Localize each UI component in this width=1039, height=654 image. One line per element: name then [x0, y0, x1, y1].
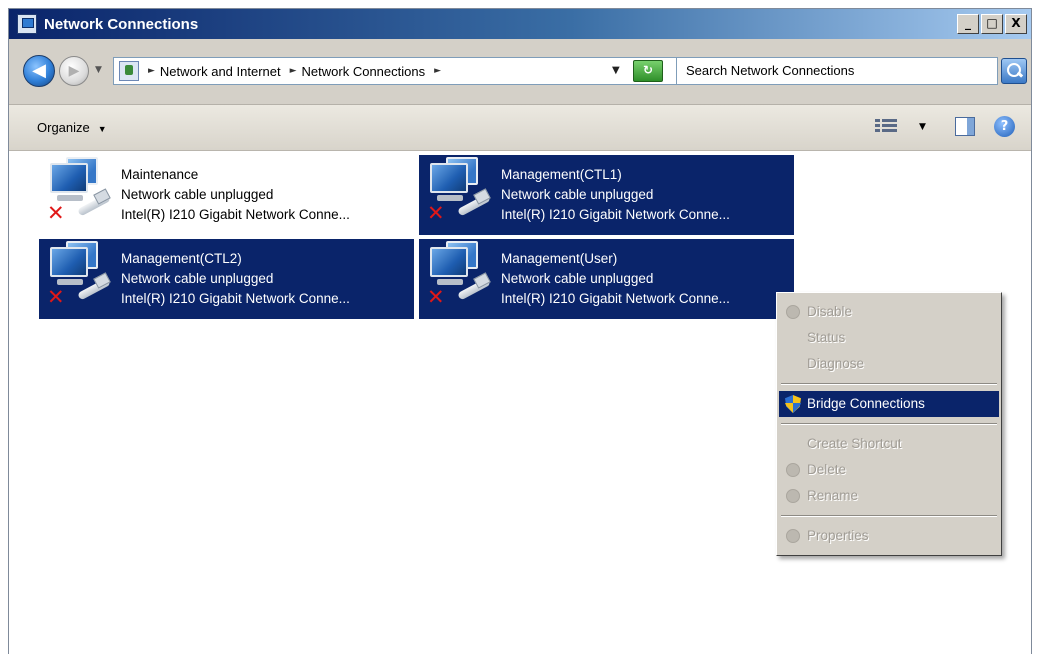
connection-device: Intel(R) I210 Gigabit Network Conne... — [121, 291, 350, 306]
connection-name: Management(User) — [501, 251, 618, 266]
breadcrumb-arrow-icon[interactable]: ► — [148, 66, 155, 76]
connection-name: Management(CTL2) — [121, 251, 242, 266]
disabled-shield-icon — [786, 529, 800, 543]
menu-separator — [781, 383, 997, 385]
menu-item-delete[interactable]: Delete — [777, 457, 1001, 483]
connection-maintenance[interactable]: ✕ Maintenance Network cable unplugged In… — [39, 155, 414, 235]
connection-status: Network cable unplugged — [121, 271, 274, 286]
unplugged-x-icon: ✕ — [47, 285, 65, 309]
control-panel-icon — [119, 61, 139, 81]
menu-item-label: Disable — [807, 304, 853, 319]
menu-item-create-shortcut[interactable]: Create Shortcut — [777, 431, 1001, 457]
refresh-button[interactable]: ↻ — [633, 60, 663, 82]
close-button[interactable]: X — [1005, 14, 1027, 34]
maximize-button[interactable]: □ — [981, 14, 1003, 34]
connection-name: Maintenance — [121, 167, 199, 182]
network-adapter-icon: ✕ — [419, 239, 499, 317]
connection-status: Network cable unplugged — [501, 271, 654, 286]
breadcrumb-network-connections[interactable]: Network Connections — [302, 64, 426, 79]
search-icon[interactable] — [1001, 58, 1027, 84]
menu-item-disable[interactable]: Disable — [777, 299, 1001, 325]
menu-item-status[interactable]: Status — [777, 325, 1001, 351]
forward-button[interactable]: ▶ — [59, 56, 89, 86]
disabled-shield-icon — [786, 305, 800, 319]
uac-shield-icon — [785, 395, 801, 413]
minimize-button[interactable]: _ — [957, 14, 979, 34]
menu-item-label: Properties — [807, 528, 869, 543]
connection-status: Network cable unplugged — [501, 187, 654, 202]
breadcrumb-arrow-icon[interactable]: ► — [434, 66, 441, 76]
menu-item-bridge-connections[interactable]: Bridge Connections — [779, 391, 999, 417]
connection-name: Management(CTL1) — [501, 167, 622, 182]
menu-item-rename[interactable]: Rename — [777, 483, 1001, 509]
search-input[interactable]: Search Network Connections — [676, 57, 998, 85]
address-bar[interactable]: ► Network and Internet ► Network Connect… — [113, 57, 679, 85]
connection-device: Intel(R) I210 Gigabit Network Conne... — [501, 291, 730, 306]
connection-management-ctl2[interactable]: ✕ Management(CTL2) Network cable unplugg… — [39, 239, 414, 319]
window-title: Network Connections — [44, 15, 199, 33]
menu-item-properties[interactable]: Properties — [777, 523, 1001, 549]
connection-status: Network cable unplugged — [121, 187, 274, 202]
network-adapter-icon: ✕ — [39, 239, 119, 317]
unplugged-x-icon: ✕ — [47, 201, 65, 225]
organize-label: Organize — [37, 120, 90, 135]
context-menu: Disable Status Diagnose Bridge Connectio… — [776, 292, 1002, 556]
breadcrumb-arrow-icon[interactable]: ► — [290, 66, 297, 76]
connection-device: Intel(R) I210 Gigabit Network Conne... — [501, 207, 730, 222]
navigation-bar: ◀ ▶ ▼ ► Network and Internet ► Network C… — [9, 39, 1031, 105]
views-icon[interactable] — [875, 117, 897, 137]
help-icon[interactable]: ? — [994, 116, 1015, 137]
preview-pane-icon[interactable] — [955, 117, 975, 136]
organize-menu-button[interactable]: Organize ▼ — [37, 120, 107, 135]
menu-item-label: Delete — [807, 462, 847, 477]
unplugged-x-icon: ✕ — [427, 201, 445, 225]
back-button[interactable]: ◀ — [23, 55, 55, 87]
window-controls: _ □ X — [957, 14, 1027, 34]
connection-device: Intel(R) I210 Gigabit Network Conne... — [121, 207, 350, 222]
network-connections-icon — [17, 14, 37, 34]
address-dropdown-icon[interactable]: ▼ — [612, 65, 620, 76]
menu-item-diagnose[interactable]: Diagnose — [777, 351, 1001, 377]
menu-separator — [781, 423, 997, 425]
menu-item-label: Bridge Connections — [807, 396, 925, 411]
menu-item-label: Diagnose — [807, 356, 865, 371]
recent-pages-chevron-icon[interactable]: ▼ — [95, 65, 102, 75]
dropdown-arrow-icon: ▼ — [97, 124, 107, 134]
network-adapter-icon: ✕ — [39, 155, 119, 233]
menu-separator — [781, 515, 997, 517]
disabled-shield-icon — [786, 463, 800, 477]
command-bar: Organize ▼ ▼ ? — [9, 105, 1031, 151]
network-adapter-icon: ✕ — [419, 155, 499, 233]
menu-item-label: Create Shortcut — [807, 436, 902, 451]
views-dropdown-icon[interactable]: ▼ — [919, 122, 926, 132]
menu-item-label: Status — [807, 330, 846, 345]
disabled-shield-icon — [786, 489, 800, 503]
connection-management-user[interactable]: ✕ Management(User) Network cable unplugg… — [419, 239, 794, 319]
breadcrumb-network-and-internet[interactable]: Network and Internet — [160, 64, 281, 79]
menu-item-label: Rename — [807, 488, 859, 503]
unplugged-x-icon: ✕ — [427, 285, 445, 309]
network-connections-window: Network Connections _ □ X ◀ ▶ ▼ ► Networ… — [8, 8, 1032, 654]
connection-management-ctl1[interactable]: ✕ Management(CTL1) Network cable unplugg… — [419, 155, 794, 235]
title-bar[interactable]: Network Connections _ □ X — [9, 9, 1031, 39]
